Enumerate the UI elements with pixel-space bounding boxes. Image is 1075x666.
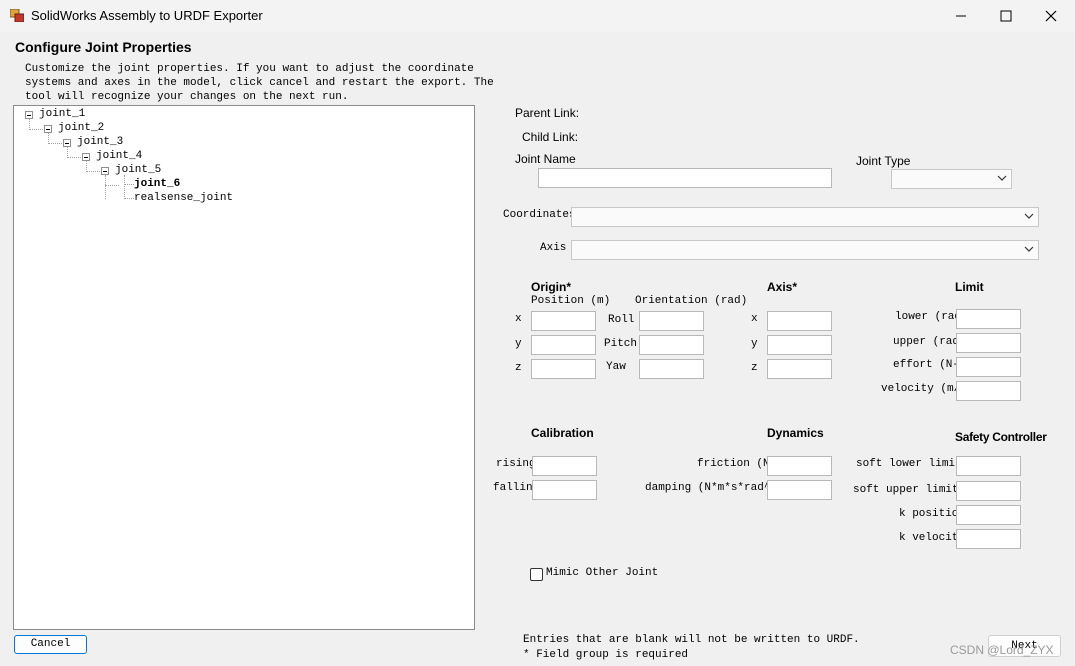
position-label: Position (m) (531, 295, 611, 307)
origin-y-input[interactable] (531, 335, 596, 355)
effort-label: effort (N-m) (893, 359, 957, 371)
damping-label: damping (N*m*s*rad^-1) (645, 482, 768, 494)
chevron-down-icon (1024, 213, 1034, 219)
axis-x-input[interactable] (767, 311, 832, 331)
parent-link-label: Parent Link: (515, 106, 580, 120)
minimize-button[interactable] (938, 0, 984, 32)
minimize-icon (956, 15, 966, 17)
page-description: Customize the joint properties. If you w… (25, 62, 494, 104)
collapse-toggle-icon[interactable] (82, 153, 90, 161)
mimic-checkbox[interactable] (530, 568, 543, 581)
close-icon (1045, 10, 1057, 22)
velocity-limit-input[interactable] (956, 381, 1021, 401)
orientation-label: Orientation (rad) (635, 295, 748, 307)
rising-label: rising (496, 458, 533, 470)
friction-input[interactable] (767, 456, 832, 476)
joint-type-select[interactable] (891, 169, 1012, 189)
axis-y-label: y (751, 338, 758, 350)
friction-label: friction (N*m) (697, 458, 768, 470)
page-heading: Configure Joint Properties (15, 39, 192, 55)
tree-node-joint-2[interactable]: joint_2 (58, 122, 104, 134)
origin-x-label: x (515, 313, 522, 325)
yaw-label: Yaw (606, 361, 626, 373)
damping-input[interactable] (767, 480, 832, 500)
rising-input[interactable] (532, 456, 597, 476)
pitch-label: Pitch (604, 338, 638, 350)
collapse-toggle-icon[interactable] (25, 111, 33, 119)
close-button[interactable] (1028, 0, 1074, 32)
soft-upper-limit-input[interactable] (956, 481, 1021, 501)
description-line: systems and axes in the model, click can… (25, 77, 494, 89)
joint-name-label: Joint Name (515, 152, 576, 166)
joint-type-label: Joint Type (856, 154, 911, 168)
description-line: Customize the joint properties. If you w… (25, 63, 474, 75)
window-title: SolidWorks Assembly to URDF Exporter (31, 8, 263, 23)
axis-label: Axis (540, 242, 567, 254)
k-position-label: k position (899, 508, 957, 520)
origin-y-label: y (515, 338, 522, 350)
axis-y-input[interactable] (767, 335, 832, 355)
tree-node-joint-1[interactable]: joint_1 (39, 108, 85, 120)
cancel-button[interactable]: Cancel (14, 635, 87, 654)
roll-label: Roll (608, 314, 635, 326)
coordinates-select[interactable] (571, 207, 1039, 227)
yaw-input[interactable] (639, 359, 704, 379)
k-velocity-input[interactable] (956, 529, 1021, 549)
lower-limit-input[interactable] (956, 309, 1021, 329)
falling-input[interactable] (532, 480, 597, 500)
maximize-icon (1000, 10, 1012, 22)
calibration-heading: Calibration (531, 426, 594, 440)
blank-entries-note: Entries that are blank will not be writt… (523, 634, 860, 646)
origin-z-label: z (515, 362, 522, 374)
joint-tree[interactable]: joint_1 joint_2 joint_3 joint_4 joint_5 … (13, 105, 475, 630)
collapse-toggle-icon[interactable] (101, 167, 109, 175)
axis-select[interactable] (571, 240, 1039, 260)
origin-z-input[interactable] (531, 359, 596, 379)
falling-label: falling (493, 482, 533, 494)
safety-controller-heading: Safety Controller (955, 430, 1047, 444)
tree-node-realsense-joint[interactable]: realsense_joint (134, 192, 233, 204)
axis-z-input[interactable] (767, 359, 832, 379)
tree-node-joint-5[interactable]: joint_5 (115, 164, 161, 176)
k-position-input[interactable] (956, 505, 1021, 525)
upper-limit-input[interactable] (956, 333, 1021, 353)
coordinates-label: Coordinates (503, 209, 576, 221)
required-note: * Field group is required (523, 649, 689, 661)
effort-limit-input[interactable] (956, 357, 1021, 377)
axis-z-label: z (751, 362, 758, 374)
axis-x-label: x (751, 313, 758, 325)
roll-input[interactable] (639, 311, 704, 331)
description-line: tool will recognize your changes on the … (25, 91, 349, 103)
joint-name-input[interactable] (538, 168, 832, 188)
app-icon (10, 9, 24, 22)
collapse-toggle-icon[interactable] (44, 125, 52, 133)
limit-heading: Limit (955, 280, 984, 294)
lower-label: lower (rad) (895, 311, 957, 323)
soft-lower-limit-input[interactable] (956, 456, 1021, 476)
origin-x-input[interactable] (531, 311, 596, 331)
child-link-label: Child Link: (522, 130, 579, 144)
chevron-down-icon (997, 175, 1007, 181)
tree-node-joint-6[interactable]: joint_6 (134, 178, 180, 190)
dynamics-heading: Dynamics (767, 426, 824, 440)
soft-lower-limit-label: soft lower limit (856, 458, 956, 470)
watermark: CSDN @Lord_ZYX (950, 643, 1054, 657)
tree-node-joint-3[interactable]: joint_3 (77, 136, 123, 148)
collapse-toggle-icon[interactable] (63, 139, 71, 147)
velocity-label: velocity (m/s) (881, 383, 957, 395)
tree-node-joint-4[interactable]: joint_4 (96, 150, 142, 162)
origin-heading: Origin* (531, 280, 572, 294)
mimic-label[interactable]: Mimic Other Joint (546, 567, 658, 579)
chevron-down-icon (1024, 246, 1034, 252)
soft-upper-limit-label: soft upper limit (853, 484, 956, 496)
pitch-input[interactable] (639, 335, 704, 355)
axis-heading: Axis* (767, 280, 798, 294)
maximize-button[interactable] (983, 0, 1029, 32)
k-velocity-label: k velocity (899, 532, 957, 544)
upper-label: upper (rad) (893, 336, 957, 348)
